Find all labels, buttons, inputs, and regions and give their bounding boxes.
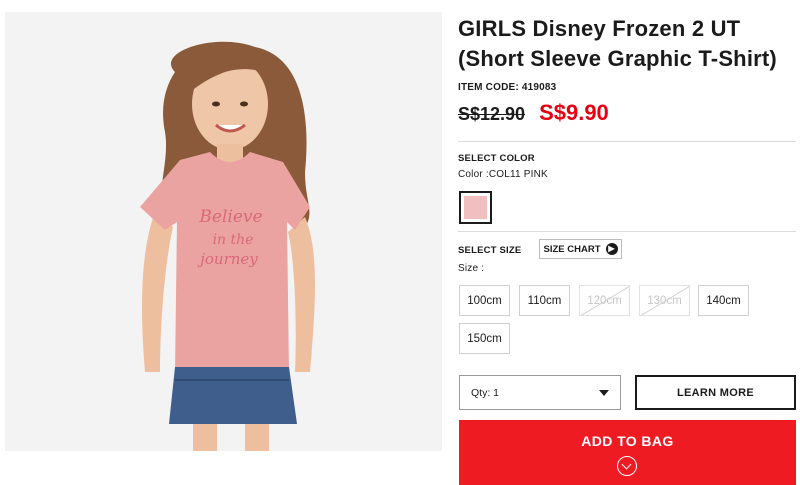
original-price: S$12.90 bbox=[458, 104, 526, 124]
shirt-graphic-line2: in the bbox=[213, 232, 254, 248]
size-option-140cm[interactable]: 140cm bbox=[698, 285, 749, 316]
product-info-panel: GIRLS Disney Frozen 2 UT (Short Sleeve G… bbox=[458, 0, 798, 485]
item-code: ITEM CODE: 419083 bbox=[458, 82, 557, 93]
chevron-down-circle-icon bbox=[617, 456, 637, 476]
sale-price: S$9.90 bbox=[539, 100, 609, 125]
select-color-label: SELECT COLOR bbox=[458, 153, 535, 164]
shirt-graphic-line1: Believe bbox=[198, 207, 262, 227]
size-option-110cm[interactable]: 110cm bbox=[519, 285, 570, 316]
learn-more-button[interactable]: LEARN MORE bbox=[635, 375, 796, 410]
product-title-line2: (Short Sleeve Graphic T-Shirt) bbox=[458, 46, 777, 71]
quantity-select[interactable]: Qty: 1 bbox=[459, 375, 621, 410]
product-title: GIRLS Disney Frozen 2 UT (Short Sleeve G… bbox=[458, 14, 798, 74]
selected-size-text: Size : bbox=[458, 263, 485, 274]
model-illustration: Believe in the journey bbox=[140, 41, 315, 451]
size-option-150cm[interactable]: 150cm bbox=[459, 323, 510, 354]
swatch-fill bbox=[464, 196, 487, 219]
selected-color-text: Color :COL11 PINK bbox=[458, 169, 548, 180]
select-size-label: SELECT SIZE bbox=[458, 245, 522, 256]
color-swatch-pink[interactable] bbox=[459, 191, 492, 224]
product-image[interactable]: Believe in the journey bbox=[5, 12, 442, 451]
quantity-value: Qty: 1 bbox=[471, 386, 500, 399]
size-option-130cm-unavailable: 130cm bbox=[639, 285, 690, 316]
divider bbox=[458, 231, 796, 232]
size-chart-button[interactable]: SIZE CHART ▶ bbox=[539, 239, 622, 259]
shirt-graphic-line3: journey bbox=[197, 250, 258, 268]
size-option-120cm-unavailable: 120cm bbox=[579, 285, 630, 316]
add-to-bag-button[interactable]: ADD TO BAG bbox=[459, 420, 796, 485]
product-title-line1: GIRLS Disney Frozen 2 UT bbox=[458, 16, 741, 41]
divider bbox=[458, 141, 796, 142]
price-row: S$12.90 S$9.90 bbox=[458, 100, 609, 130]
add-to-bag-label: ADD TO BAG bbox=[581, 433, 674, 449]
chevron-right-icon: ▶ bbox=[605, 243, 618, 255]
size-option-100cm[interactable]: 100cm bbox=[459, 285, 510, 316]
size-chart-label: SIZE CHART bbox=[543, 243, 601, 255]
chevron-down-icon bbox=[599, 389, 609, 396]
